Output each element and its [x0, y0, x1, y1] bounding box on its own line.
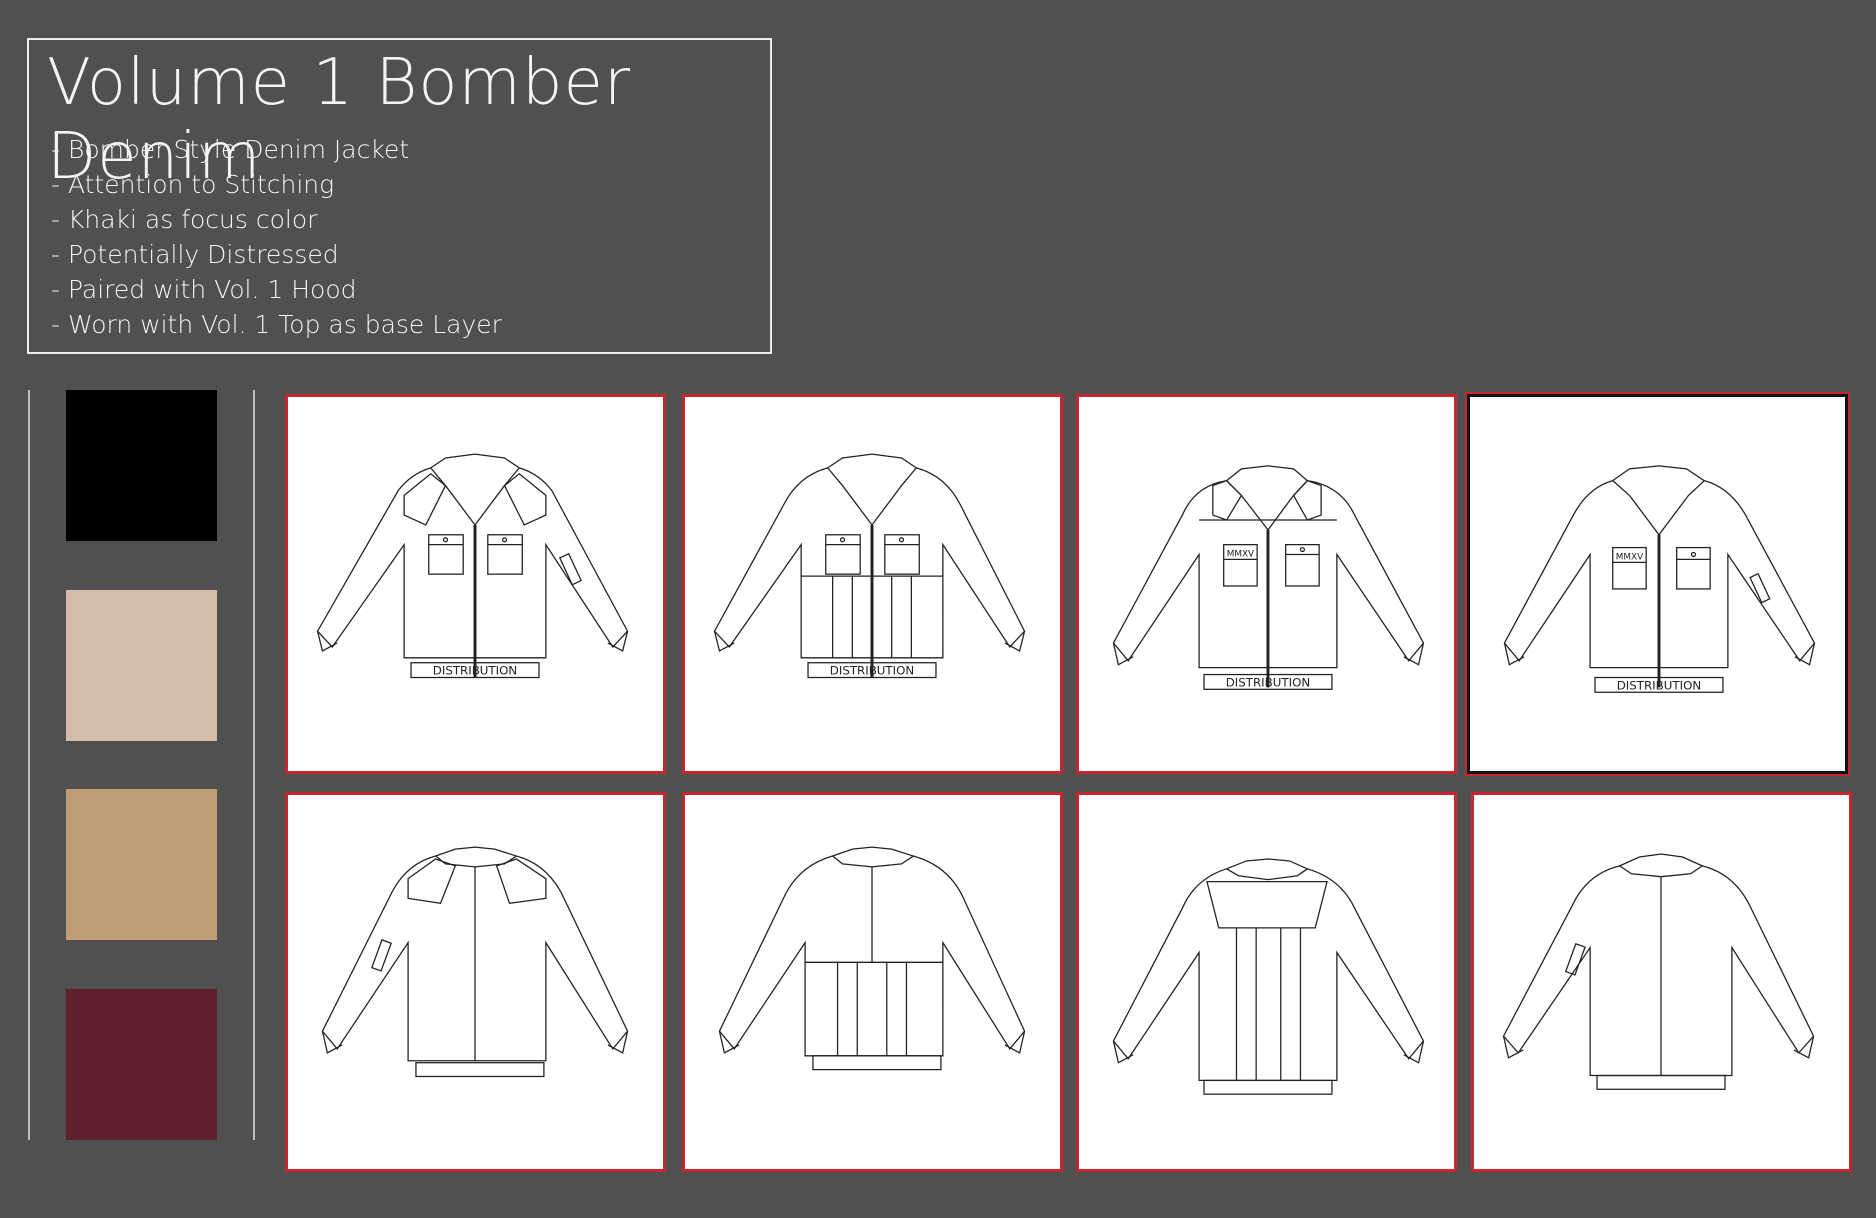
- feature-item: - Potentially Distressed: [51, 240, 339, 269]
- jacket-sketch: [718, 846, 1026, 1071]
- divider-left: [28, 390, 30, 1140]
- jacket-back-2[interactable]: [682, 792, 1063, 1172]
- color-swatch-khaki: [66, 789, 217, 940]
- jacket-sketch: DISTRIBUTION: [713, 453, 1026, 679]
- jacket-sketch: MMXV DISTRIBUTION: [1503, 465, 1816, 693]
- svg-text:DISTRIBUTION: DISTRIBUTION: [433, 664, 517, 678]
- jacket-front-1[interactable]: DISTRIBUTION: [285, 394, 666, 774]
- feature-item: - Attention to Stitching: [51, 170, 335, 199]
- feature-item: - Bomber Style Denim Jacket: [51, 135, 410, 164]
- color-swatch-beige: [66, 590, 217, 741]
- jacket-sketch: [321, 846, 629, 1078]
- jacket-back-3[interactable]: [1076, 792, 1457, 1172]
- jacket-front-3[interactable]: MMXV DISTRIBUTION: [1076, 394, 1457, 774]
- svg-text:MMXV: MMXV: [1227, 549, 1254, 559]
- color-swatch-black: [66, 390, 217, 541]
- color-swatch-burgundy: [66, 989, 217, 1140]
- jacket-sketch: [1502, 853, 1815, 1090]
- info-box: Volume 1 Bomber Denim - Bomber Style Den…: [27, 38, 772, 354]
- divider-right: [253, 390, 255, 1140]
- jacket-sketch: [1112, 858, 1425, 1095]
- svg-text:DISTRIBUTION: DISTRIBUTION: [1617, 678, 1701, 692]
- feature-list: - Bomber Style Denim Jacket - Attention …: [51, 132, 502, 342]
- svg-text:DISTRIBUTION: DISTRIBUTION: [1226, 675, 1310, 689]
- jacket-back-4[interactable]: [1471, 792, 1852, 1172]
- feature-item: - Paired with Vol. 1 Hood: [51, 275, 357, 304]
- feature-item: - Worn with Vol. 1 Top as base Layer: [51, 310, 502, 339]
- svg-text:MMXV: MMXV: [1616, 552, 1643, 562]
- jacket-front-4[interactable]: MMXV DISTRIBUTION: [1465, 392, 1850, 776]
- jacket-back-1[interactable]: [285, 792, 666, 1172]
- feature-item: - Khaki as focus color: [51, 205, 318, 234]
- svg-text:DISTRIBUTION: DISTRIBUTION: [830, 664, 914, 678]
- jacket-sketch: DISTRIBUTION: [316, 453, 629, 679]
- jacket-front-2[interactable]: DISTRIBUTION: [682, 394, 1063, 774]
- jacket-sketch: MMXV DISTRIBUTION: [1112, 465, 1425, 690]
